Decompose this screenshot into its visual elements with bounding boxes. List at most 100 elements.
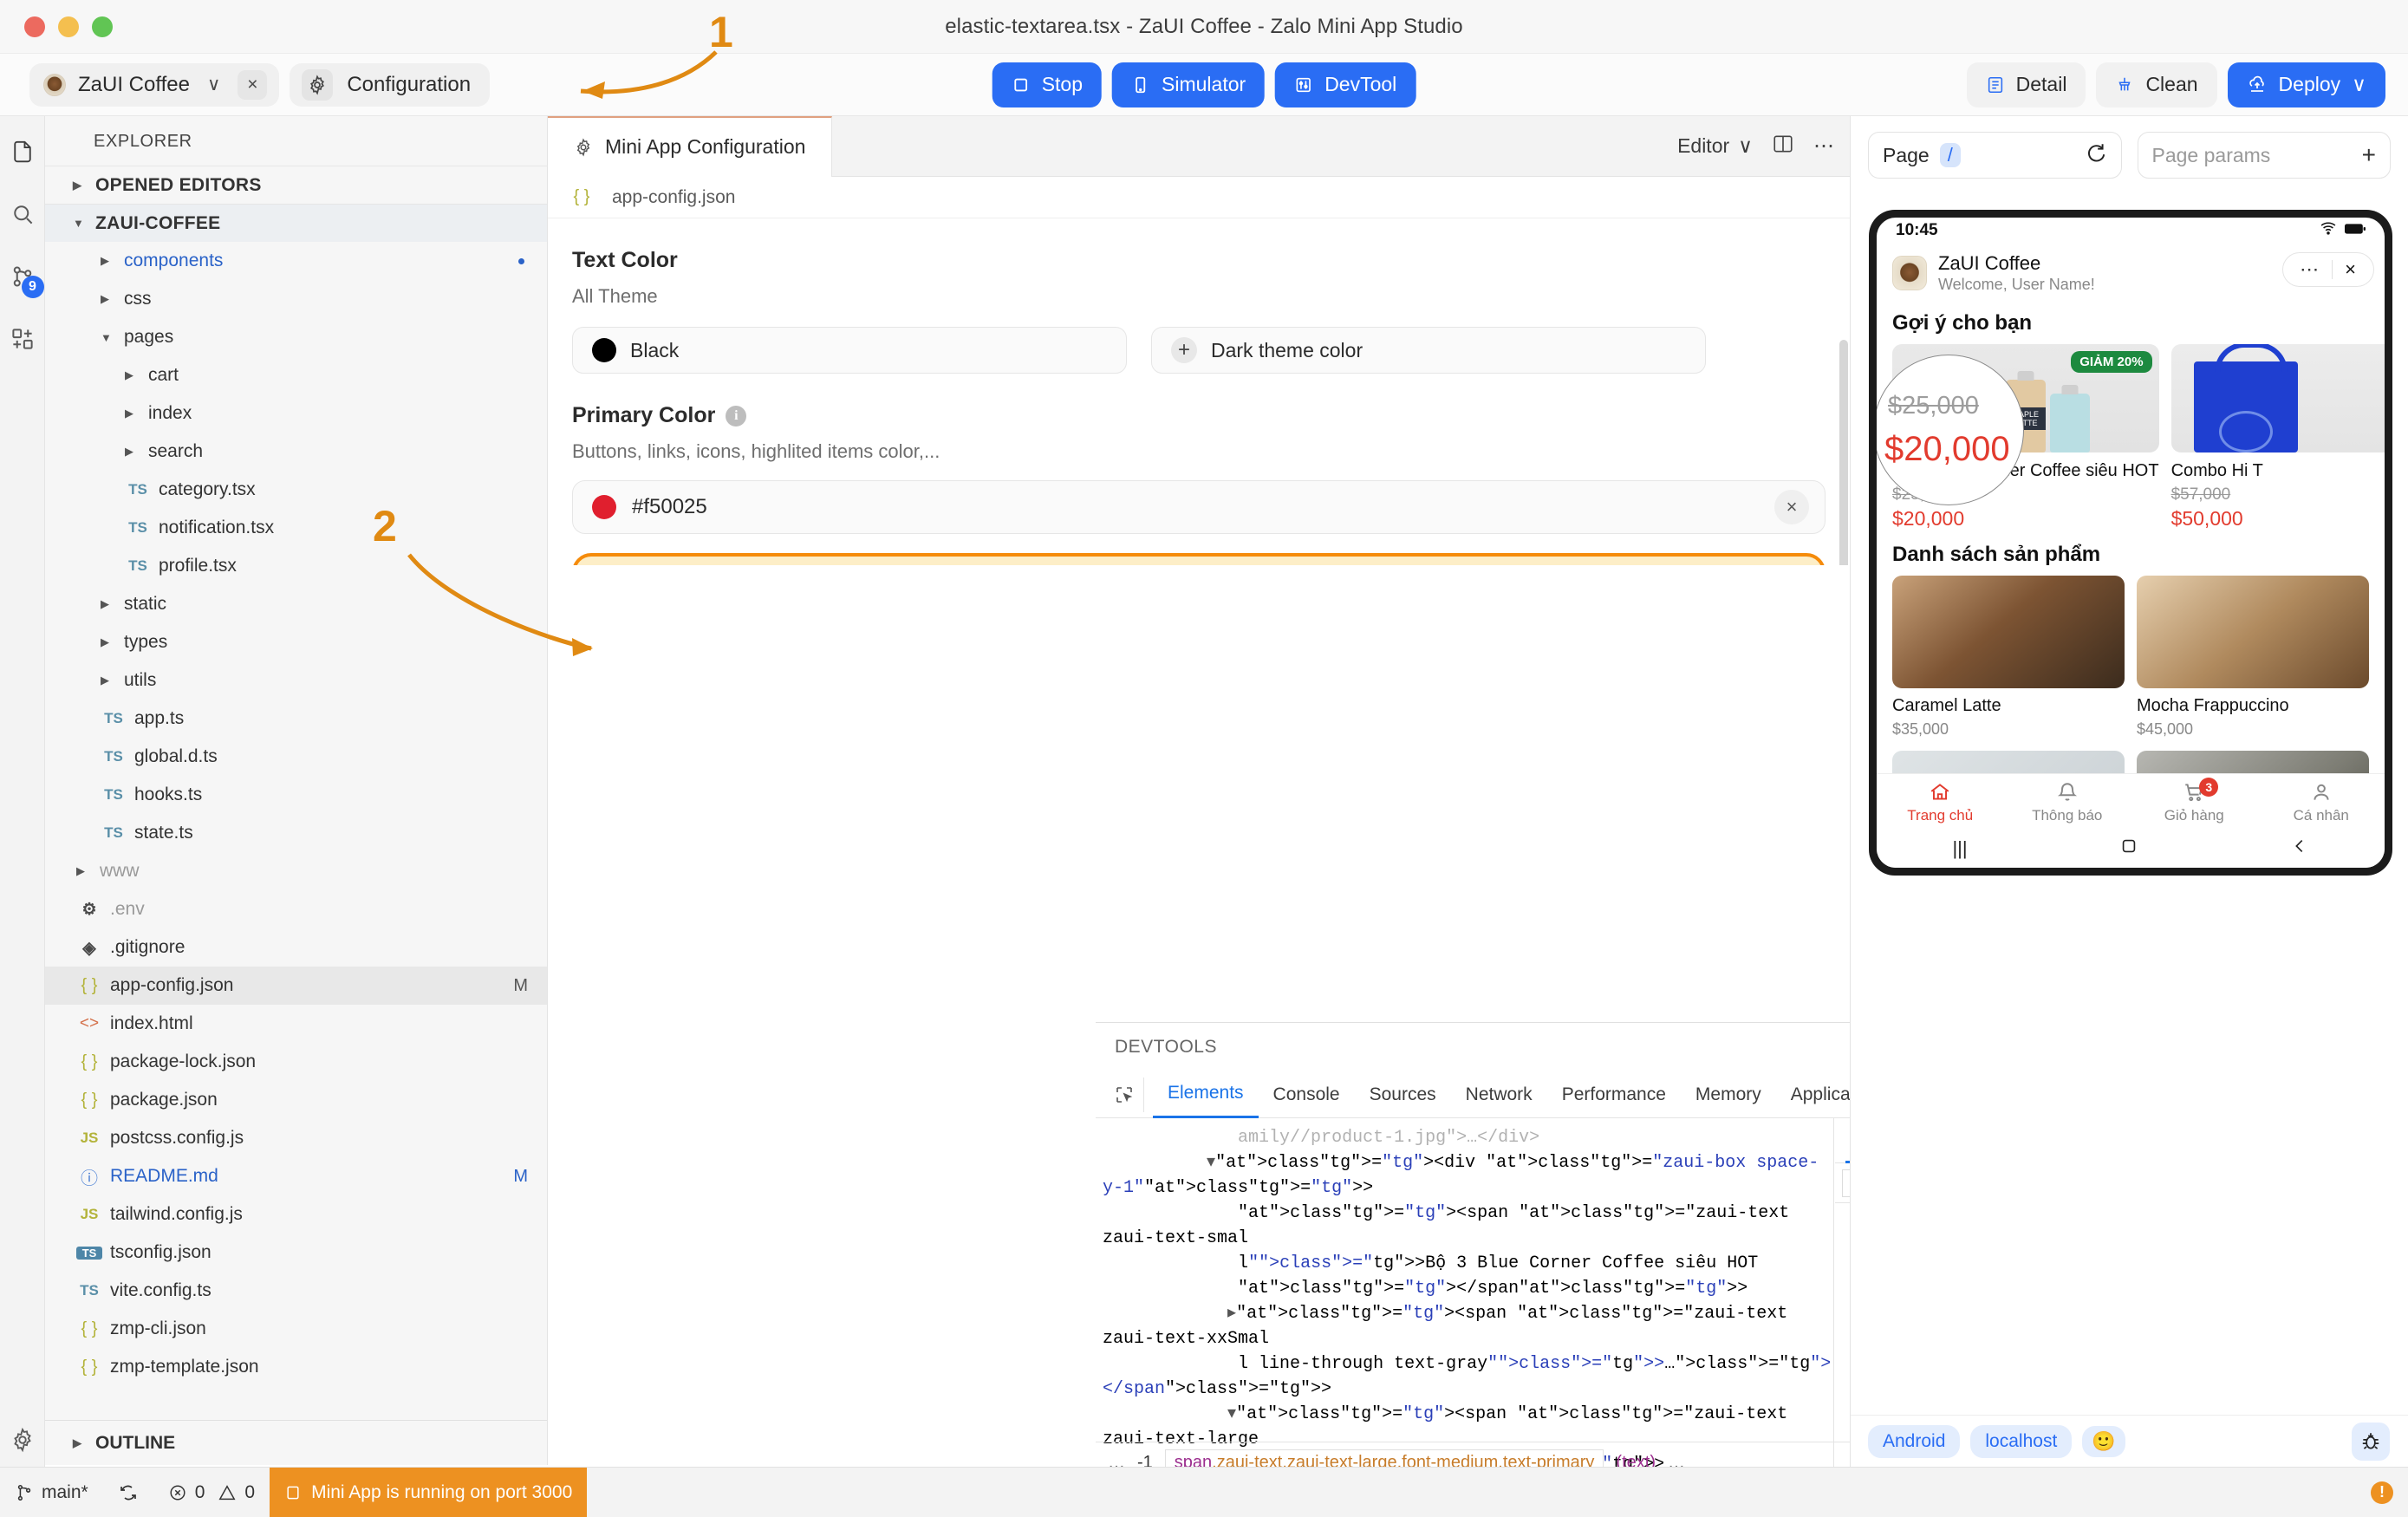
- configuration-button[interactable]: Configuration: [290, 62, 491, 107]
- file-tree-item[interactable]: ▼ pages: [45, 318, 547, 356]
- settings-gear-icon[interactable]: [6, 1423, 39, 1456]
- file-tree-item[interactable]: ▶ types: [45, 623, 547, 661]
- page-params-input[interactable]: Page params +: [2137, 132, 2391, 179]
- chevron-down-icon[interactable]: ∨: [2352, 73, 2366, 96]
- file-tree-item[interactable]: TS category.tsx: [45, 471, 547, 509]
- primary-color-input[interactable]: #f50025 ×: [572, 480, 1826, 534]
- devtools-tab-sources[interactable]: Sources: [1355, 1071, 1451, 1118]
- inspect-element-icon[interactable]: [1104, 1077, 1144, 1112]
- bug-icon[interactable]: [2352, 1422, 2390, 1461]
- clean-button[interactable]: Clean: [2096, 62, 2217, 107]
- file-tree-item[interactable]: TS hooks.ts: [45, 776, 547, 814]
- breadcrumb[interactable]: { } app-config.json: [548, 177, 1850, 218]
- dom-tree[interactable]: amily//product-1.jpg">…</div> ▾"at">clas…: [1096, 1118, 1834, 1482]
- page-input[interactable]: Page /: [1868, 132, 2122, 179]
- recents-icon[interactable]: |||: [1952, 837, 1967, 860]
- tab-gio-hang[interactable]: 3 Giỏ hàng: [2131, 778, 2258, 824]
- file-tree-item[interactable]: TS app.ts: [45, 700, 547, 738]
- suggest-card[interactable]: Combo Hi T $57,000 $50,000: [2170, 344, 2385, 531]
- stop-button[interactable]: Stop: [992, 62, 1103, 107]
- file-tree-item[interactable]: JS tailwind.config.js: [45, 1195, 547, 1234]
- split-editor-icon[interactable]: [1772, 133, 1794, 160]
- close-icon[interactable]: ×: [238, 69, 268, 100]
- dom-line[interactable]: amily//product-1.jpg">…</div>: [1096, 1125, 1833, 1150]
- more-actions-icon[interactable]: ⋯: [1813, 133, 1834, 159]
- tab-thong-bao[interactable]: Thông báo: [2004, 781, 2131, 824]
- product-card[interactable]: Caramel Latte $35,000: [1892, 576, 2125, 739]
- devtools-tab-network[interactable]: Network: [1451, 1071, 1547, 1118]
- sync-button[interactable]: [103, 1468, 153, 1517]
- file-tree-item[interactable]: ▶ components: [45, 242, 547, 280]
- file-tree-item[interactable]: ▶ css: [45, 280, 547, 318]
- file-tree-item[interactable]: ▶ cart: [45, 356, 547, 394]
- dom-line[interactable]: ▾"at">class"tg">="tg"><div "at">class"tg…: [1096, 1150, 1833, 1201]
- file-tree-item[interactable]: ▶ search: [45, 433, 547, 471]
- theme-chip[interactable]: 🙂: [2082, 1425, 2125, 1457]
- explorer-icon[interactable]: [6, 135, 39, 168]
- tab-ca-nhan[interactable]: Cá nhân: [2258, 781, 2385, 824]
- platform-chip[interactable]: Android: [1868, 1424, 1961, 1458]
- file-tree-item[interactable]: <> index.html: [45, 1005, 547, 1043]
- file-tree-item[interactable]: ◈ .gitignore: [45, 928, 547, 967]
- tab-trang-chu[interactable]: Trang chủ: [1877, 781, 2004, 824]
- file-tree-item[interactable]: { } zmp-cli.json: [45, 1310, 547, 1348]
- file-tree-item[interactable]: ▶ static: [45, 585, 547, 623]
- info-icon[interactable]: i: [726, 405, 747, 426]
- simulator-button[interactable]: Simulator: [1112, 62, 1266, 107]
- branch-indicator[interactable]: main*: [0, 1468, 103, 1517]
- running-status[interactable]: Mini App is running on port 3000: [270, 1467, 588, 1517]
- chevron-down-icon[interactable]: ∨: [202, 74, 225, 95]
- dark-theme-color-button[interactable]: + Dark theme color: [1151, 327, 1706, 374]
- host-chip[interactable]: localhost: [1970, 1424, 2073, 1458]
- source-control-icon[interactable]: 9: [6, 260, 44, 298]
- section-project-root[interactable]: ▼ ZAUI-COFFEE: [45, 204, 547, 242]
- file-tree-item[interactable]: TS state.ts: [45, 814, 547, 852]
- dom-line[interactable]: l line-through text-gray"">class">="tg">…: [1096, 1351, 1833, 1402]
- devtools-tab-console[interactable]: Console: [1259, 1071, 1355, 1118]
- file-tree-item[interactable]: ▶ utils: [45, 661, 547, 700]
- notification-indicator[interactable]: !: [2356, 1468, 2408, 1517]
- file-tree-item[interactable]: TS notification.tsx: [45, 509, 547, 547]
- file-tree-item[interactable]: ▶ www: [45, 852, 547, 890]
- extensions-icon[interactable]: [6, 322, 39, 355]
- devtools-tab-memory[interactable]: Memory: [1681, 1071, 1776, 1118]
- file-tree-item[interactable]: TS global.d.ts: [45, 738, 547, 776]
- search-icon[interactable]: [6, 198, 39, 231]
- file-tree-item[interactable]: ⓘ README.md M: [45, 1157, 547, 1195]
- file-tree-item[interactable]: { } app-config.json M: [45, 967, 547, 1005]
- file-tree-item[interactable]: ⚙ .env: [45, 890, 547, 928]
- file-tree-item[interactable]: { } package.json: [45, 1081, 547, 1119]
- file-tree-item[interactable]: { } zmp-template.json: [45, 1348, 547, 1386]
- dom-line[interactable]: "at">class"tg">="tg"></span"at">class"tg…: [1096, 1276, 1833, 1301]
- file-tree-item[interactable]: TS vite.config.ts: [45, 1272, 547, 1310]
- devtool-button[interactable]: DevTool: [1275, 62, 1416, 107]
- home-icon[interactable]: [2119, 837, 2138, 861]
- clear-icon[interactable]: ×: [1774, 490, 1809, 524]
- file-tree-item[interactable]: JS postcss.config.js: [45, 1119, 547, 1157]
- add-param-icon[interactable]: +: [2362, 141, 2376, 169]
- config-scrollbar[interactable]: [1839, 340, 1848, 565]
- product-card[interactable]: Mocha Frappuccino $45,000: [2137, 576, 2369, 739]
- dom-line[interactable]: l"">class">="tg">>Bộ 3 Blue Corner Coffe…: [1096, 1251, 1833, 1276]
- close-icon[interactable]: ×: [2333, 258, 2368, 281]
- editor-menu[interactable]: Editor ∨: [1677, 134, 1753, 158]
- file-tree-item[interactable]: { } package-lock.json: [45, 1043, 547, 1081]
- tab-mini-app-configuration[interactable]: Mini App Configuration: [548, 115, 833, 177]
- file-tree-item[interactable]: TS profile.tsx: [45, 547, 547, 585]
- devtools-tab-performance[interactable]: Performance: [1547, 1071, 1681, 1118]
- more-icon[interactable]: ⋯: [2288, 260, 2332, 279]
- devtools-tab-elements[interactable]: Elements: [1153, 1071, 1259, 1118]
- file-tree-item[interactable]: ▶ index: [45, 394, 547, 433]
- back-icon[interactable]: [2290, 837, 2309, 861]
- dom-line[interactable]: "at">class"tg">="tg"><span "at">class"tg…: [1096, 1201, 1833, 1251]
- section-outline[interactable]: ▶ OUTLINE: [45, 1420, 547, 1465]
- deploy-button[interactable]: Deploy ∨: [2227, 62, 2385, 107]
- refresh-icon[interactable]: [2085, 141, 2107, 170]
- project-selector[interactable]: ZaUI Coffee ∨ ×: [29, 62, 280, 107]
- detail-button[interactable]: Detail: [1966, 62, 2086, 107]
- section-opened-editors[interactable]: ▶ OPENED EDITORS: [45, 166, 547, 204]
- problems-indicator[interactable]: 0 0: [153, 1468, 270, 1517]
- dom-line[interactable]: ▸"at">class"tg">="tg"><span "at">class"t…: [1096, 1301, 1833, 1351]
- text-color-value[interactable]: Black: [572, 327, 1127, 374]
- file-tree-item[interactable]: TS tsconfig.json: [45, 1234, 547, 1272]
